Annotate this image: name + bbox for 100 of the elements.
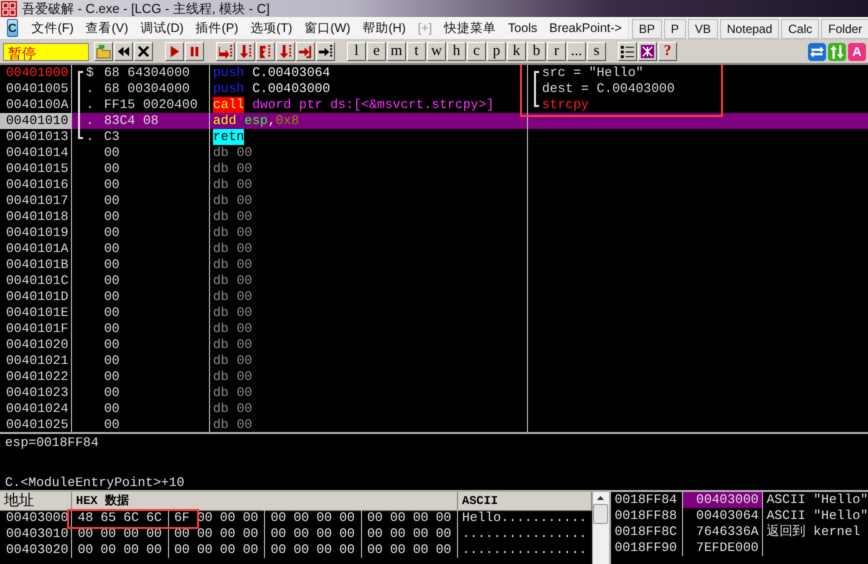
list-icon <box>620 44 635 59</box>
toolbar-button[interactable] <box>618 42 637 61</box>
hex-byte: 00 <box>339 510 355 526</box>
hex-byte: 00 <box>436 526 452 542</box>
toolbar-button[interactable]: t <box>407 42 426 61</box>
toolbar-button[interactable]: l <box>347 42 366 61</box>
asm-token: 00 <box>236 161 252 177</box>
status-indicator: 暂停 <box>3 42 89 60</box>
column-header[interactable]: 地址 <box>0 492 72 511</box>
toolbar-button[interactable] <box>134 42 153 61</box>
toolbar-button[interactable]: h <box>447 42 466 61</box>
comment-cell-text: 返回到 kernel <box>766 524 862 540</box>
hex-byte: 00 <box>197 526 213 542</box>
asm-token: 00 <box>236 305 252 321</box>
quick-button[interactable]: BP <box>632 19 662 39</box>
code-row[interactable]: 00401010 . 83C4 08 add esp,0x8 <box>0 113 868 129</box>
hex-byte: 00 <box>174 542 190 558</box>
hex-cell: 00 <box>104 257 120 273</box>
hex-cell: 00 <box>104 353 120 369</box>
asm-token: db <box>213 177 229 193</box>
toolbar-button[interactable]: r <box>547 42 566 61</box>
menu-item[interactable]: 查看(V) <box>80 20 134 36</box>
quick-button[interactable]: Calc <box>781 19 820 39</box>
hex-byte: 6C <box>123 510 139 526</box>
asm-token: 00 <box>236 289 252 305</box>
hex-byte: 00 <box>339 526 355 542</box>
toolbar-button[interactable]: c <box>467 42 486 61</box>
toolbar-button[interactable] <box>638 42 657 61</box>
hex-byte: 00 <box>294 526 310 542</box>
scroll-thumb[interactable] <box>593 504 608 524</box>
menu-item[interactable]: BreakPoint-> <box>543 21 628 35</box>
column-header[interactable]: HEX 数据 <box>72 492 458 511</box>
quick-button[interactable]: VB <box>688 19 718 39</box>
toolbar-button[interactable]: ... <box>567 42 586 61</box>
asm-token: db <box>213 209 229 225</box>
hex-cell: 00 <box>104 273 120 289</box>
menu-item[interactable]: 插件(P) <box>190 20 244 36</box>
asm-token: dword ptr ds:[<&msvcrt.strcpy>] <box>252 97 494 113</box>
comment-cell-text: ASCII "Hello" <box>766 492 868 508</box>
toolbar-button[interactable]: w <box>427 42 446 61</box>
toolbar-button[interactable] <box>276 42 295 61</box>
trace-into-icon <box>258 44 273 59</box>
toolbar-button[interactable] <box>185 42 204 61</box>
asm-token: retn <box>213 129 244 145</box>
app-icon[interactable]: C <box>7 19 18 37</box>
hex-byte: 00 <box>270 542 286 558</box>
hex-byte: 00 <box>390 510 406 526</box>
asm-token: C.00403064 <box>252 65 330 81</box>
asm-token: push <box>213 81 244 97</box>
asm-token: db <box>213 161 229 177</box>
quick-button[interactable]: Folder <box>821 19 868 39</box>
toolbar-button[interactable] <box>316 42 335 61</box>
menu-item[interactable]: 调试(D) <box>134 20 190 36</box>
menu-item[interactable]: 选项(T) <box>244 20 298 36</box>
asm-token: db <box>213 337 229 353</box>
hex-cell: 00 <box>104 289 120 305</box>
hex-byte: 00 <box>412 510 428 526</box>
menu-item[interactable]: 快捷菜单 <box>438 20 502 36</box>
help-button[interactable]: ? <box>658 42 677 61</box>
asm-token: 00 <box>236 145 252 161</box>
hex-byte: 00 <box>339 542 355 558</box>
asm-token: add <box>213 113 236 129</box>
asm-token: 00 <box>236 401 252 417</box>
scrollbar[interactable] <box>592 492 609 564</box>
toolbar-button[interactable]: m <box>387 42 406 61</box>
menu-item[interactable]: 文件(F) <box>26 20 80 36</box>
toolbar-button[interactable]: b <box>527 42 546 61</box>
address-cell: 00401010 <box>0 113 72 129</box>
asm-token: 00 <box>236 257 252 273</box>
asm-token: db <box>213 385 229 401</box>
toolbar-button[interactable] <box>296 42 315 61</box>
font-button[interactable]: A <box>848 42 866 60</box>
toolbar-button[interactable] <box>94 42 113 61</box>
toolbar-button[interactable]: p <box>487 42 506 61</box>
asm-token: esp <box>244 113 268 129</box>
hex-byte: 00 <box>412 542 428 558</box>
hex-cell: 00 <box>104 241 120 257</box>
quick-button[interactable]: Notepad <box>720 19 780 39</box>
toolbar-button[interactable]: s <box>587 42 606 61</box>
menu-item[interactable]: 帮助(H) <box>356 20 412 36</box>
toolbar-button[interactable] <box>256 42 275 61</box>
toolbar-button[interactable]: e <box>367 42 386 61</box>
toolbar-button[interactable]: k <box>507 42 526 61</box>
menu-item[interactable]: 窗口(W) <box>298 20 356 36</box>
arrow-to-line-icon <box>318 44 333 59</box>
menu-item[interactable]: Tools <box>502 21 544 35</box>
info-line: C.<ModuleEntryPoint>+10 <box>5 475 186 490</box>
toolbar-button[interactable] <box>114 42 133 61</box>
toolbar-button[interactable] <box>165 42 184 61</box>
asm-token: , <box>268 113 276 129</box>
hex-byte: 00 <box>390 542 406 558</box>
toolbar-button[interactable] <box>216 42 235 61</box>
asm-token: db <box>213 417 229 432</box>
asm-token: db <box>213 241 229 257</box>
toolbar-button[interactable] <box>236 42 255 61</box>
value-cell: 7646336A <box>682 524 763 540</box>
quick-button[interactable]: P <box>664 19 686 39</box>
column-header[interactable]: ASCII <box>458 492 592 511</box>
return-arrow-icon <box>298 44 313 59</box>
marker: $ <box>86 65 95 81</box>
